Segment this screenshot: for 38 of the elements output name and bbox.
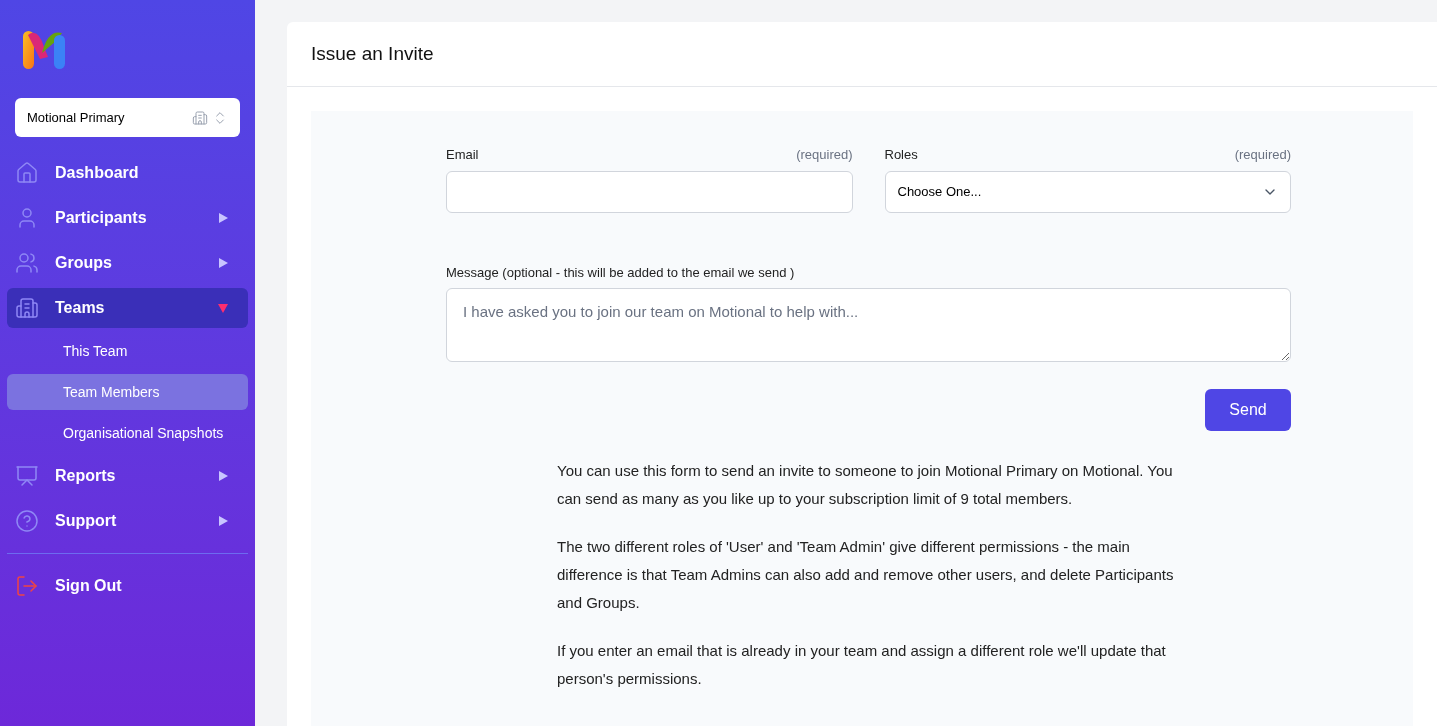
email-label: Email	[446, 146, 479, 164]
nav-item[interactable]: Participants	[7, 198, 248, 238]
users-icon	[15, 251, 39, 275]
nav-item[interactable]: Groups	[7, 243, 248, 283]
sub-nav-item[interactable]: This Team	[7, 333, 248, 369]
building-icon	[15, 296, 39, 320]
nav-label: Reports	[55, 466, 117, 486]
info-paragraph: You can use this form to send an invite to someone to join Motional Primary on Motional. You can send as many as you like up to your subscription limit of 9 total members.	[557, 461, 1174, 509]
message-label: Message (optional - this will be added to the email we send )	[446, 263, 796, 282]
info-paragraph: If you enter an email that is already in your team and assign a different role we'll update that person's permissions.	[557, 641, 1167, 689]
sign-out-link[interactable]: Sign Out	[7, 566, 248, 606]
info-paragraph: The two different roles of 'User' and 'Team Admin' give different permissions - the main difference is that Team Admins can also add and remove other users, and delete Participants and Groups.	[557, 537, 1175, 613]
nav-item[interactable]: Teams	[7, 288, 248, 328]
page-title: Issue an Invite	[311, 41, 434, 66]
roles-select[interactable]: Choose One...	[884, 170, 1291, 213]
home-icon	[15, 161, 39, 185]
help-icon	[15, 509, 39, 533]
nav-item[interactable]: Dashboard	[7, 153, 248, 193]
building-icon	[192, 109, 208, 126]
nav-label: Teams	[55, 298, 106, 318]
required-note: (required)	[796, 146, 853, 164]
nav-item[interactable]: Reports	[7, 456, 248, 496]
nav-label: Support	[55, 511, 118, 531]
sub-nav-item[interactable]: Team Members	[7, 374, 248, 410]
nav-label: Dashboard	[55, 163, 140, 183]
required-note: (required)	[1234, 146, 1291, 164]
nav-item[interactable]: Support	[7, 501, 248, 541]
sub-nav-item[interactable]: Organisational Snapshots	[7, 415, 248, 451]
team-selector[interactable]: Motional Primary	[15, 98, 240, 137]
email-field[interactable]	[446, 170, 853, 213]
chart-board-icon	[15, 464, 39, 488]
message-field[interactable]: I have asked you to join our team on Motional to help with...	[446, 288, 1291, 362]
team-name: Motional Primary	[27, 108, 126, 127]
nav-label: Groups	[55, 253, 113, 273]
roles-label: Roles	[884, 146, 918, 164]
sign-out-icon	[15, 574, 39, 598]
nav-label: Participants	[55, 208, 148, 228]
send-button[interactable]: Send	[1205, 389, 1291, 431]
